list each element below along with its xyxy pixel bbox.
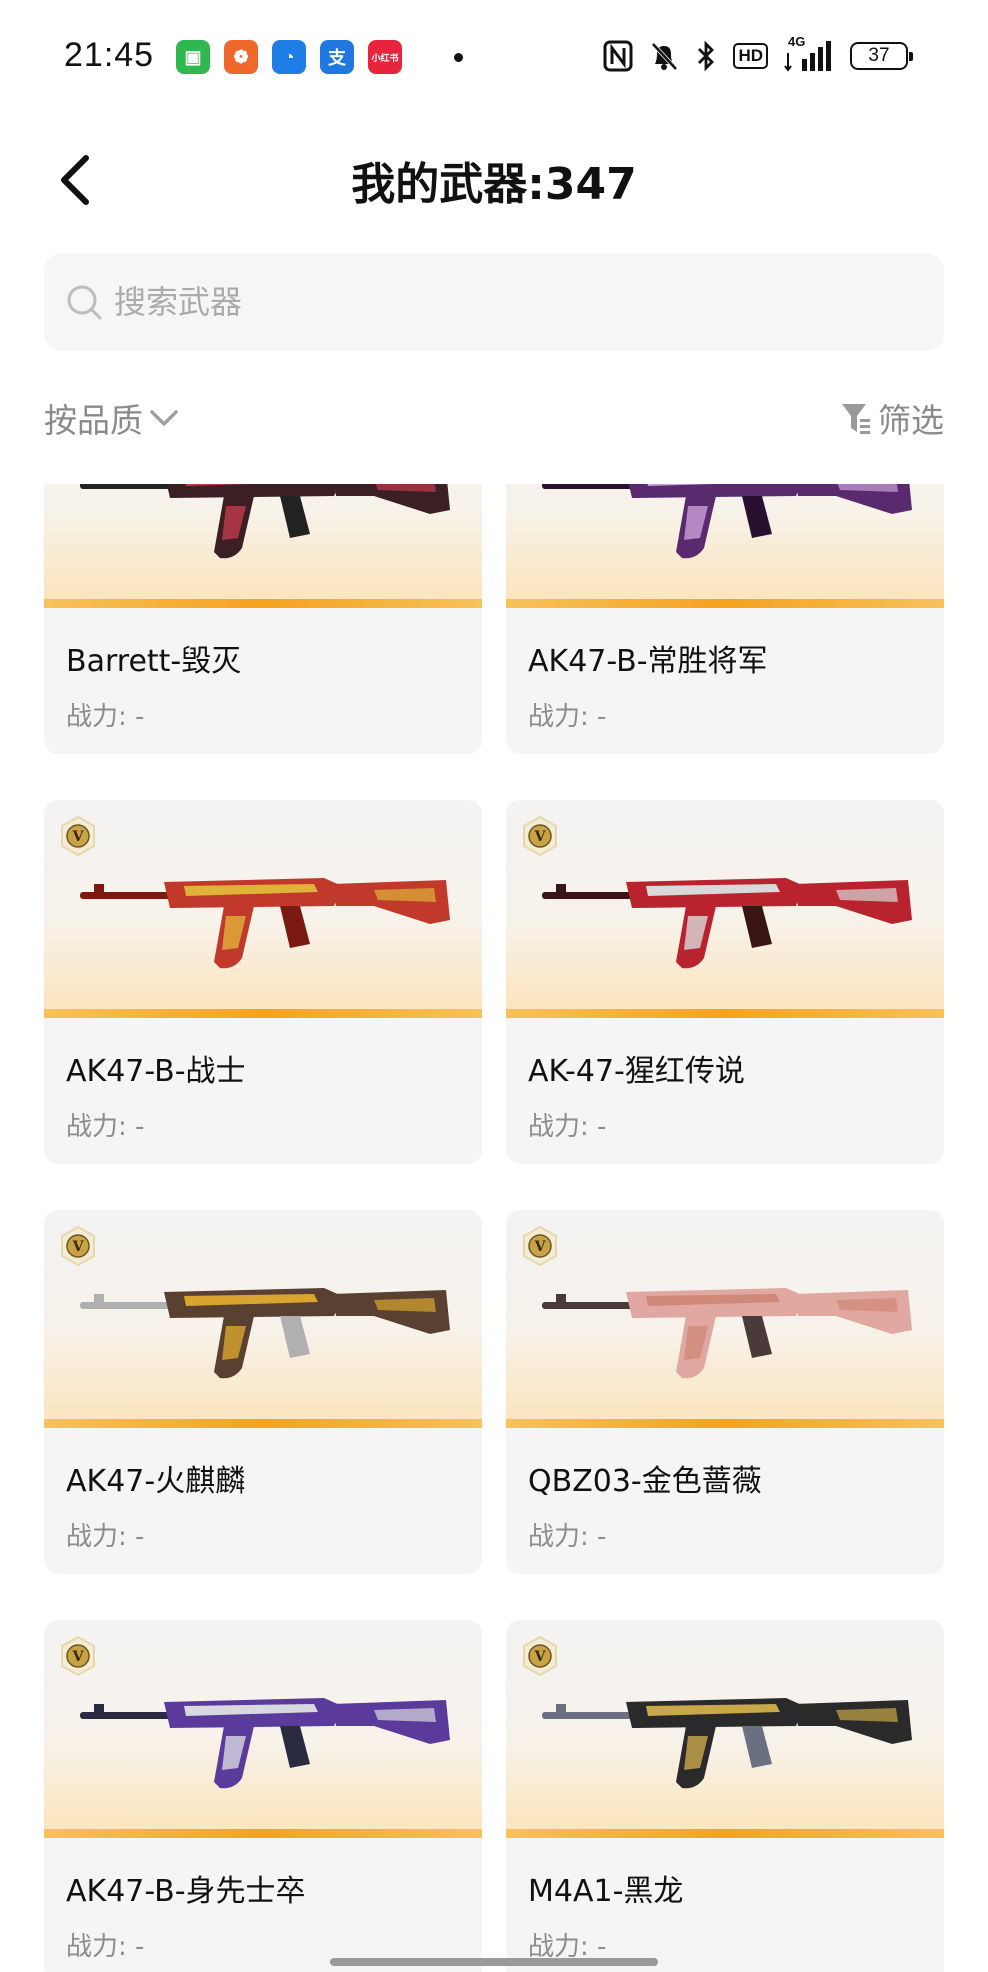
weapon-image: V — [44, 1210, 482, 1428]
filter-icon — [842, 404, 870, 434]
weapon-power: 战力: - — [528, 702, 607, 732]
weapon-power: 战力: - — [66, 1932, 145, 1962]
xiaohongshu-icon: 小红书 — [368, 40, 402, 74]
weapon-name: Barrett-毁灭 — [66, 644, 242, 679]
weapon-card[interactable]: V AK-47-猩红传说战力: - — [506, 800, 944, 1164]
v-rank-badge-icon: V — [61, 1226, 95, 1266]
search-icon — [67, 285, 102, 320]
sort-label: 按品质 — [44, 401, 143, 440]
weapon-name: AK47-B-常胜将军 — [528, 644, 768, 679]
android-icon: ◔ — [272, 40, 306, 74]
notification-app-icons: ▣ ❁ ◔ 支小红书 — [176, 40, 463, 74]
weapon-image: V — [506, 1210, 944, 1428]
weapon-rifle-icon — [80, 1698, 450, 1789]
weapon-name: QBZ03-金色蔷薇 — [528, 1464, 762, 1499]
status-time: 21:45 — [64, 36, 155, 74]
weapon-name: AK-47-猩红传说 — [528, 1054, 745, 1089]
svg-text:V: V — [534, 1649, 547, 1665]
weapon-image: V — [506, 800, 944, 1018]
v-rank-badge-icon: V — [61, 816, 95, 856]
search-input[interactable] — [114, 283, 814, 321]
quality-bar — [44, 599, 482, 608]
weapon-name: AK47-火麒麟 — [66, 1464, 246, 1499]
weapon-list[interactable]: Barrett-毁灭 战力: - AK47-B-常胜将军 战力: - V AK47-B-战… — [0, 484, 988, 1972]
svg-text:V: V — [534, 1239, 547, 1255]
quality-bar — [44, 1009, 482, 1018]
v-rank-badge-icon: V — [523, 1226, 557, 1266]
filter-label: 筛选 — [878, 401, 944, 440]
weapon-card[interactable]: V QBZ03-金色蔷薇战力: - — [506, 1210, 944, 1574]
page-title: 我的武器:347 — [351, 159, 637, 210]
taobao-icon: ❁ — [224, 40, 258, 74]
weapon-card[interactable]: V M4A1-黑龙 战力: - — [506, 1620, 944, 1972]
network-type: 4G — [788, 34, 806, 49]
weapon-card[interactable]: V AK47-B-战士战力: - — [44, 800, 482, 1164]
hd-icon: HD — [733, 43, 768, 69]
home-indicator[interactable] — [330, 1958, 658, 1966]
sort-by-quality-button[interactable]: 按品质 — [44, 394, 181, 442]
svg-text:V: V — [72, 829, 85, 845]
weapon-power: 战力: - — [66, 1112, 145, 1142]
weapon-power: 战力: - — [66, 702, 145, 732]
filter-button[interactable]: 筛选 — [840, 394, 944, 442]
quality-bar — [506, 1419, 944, 1428]
weapon-rifle-icon — [542, 878, 912, 969]
weapon-image: V — [506, 1620, 944, 1838]
weapon-image — [44, 484, 482, 608]
svg-text:V: V — [72, 1649, 85, 1665]
page-header: 我的武器:347 — [0, 120, 988, 240]
weapon-card[interactable]: V AK47-火麒麟战力: - — [44, 1210, 482, 1574]
weapon-rifle-icon — [542, 484, 912, 559]
system-icons: HD 4G 37 — [603, 34, 913, 74]
bluetooth-icon — [695, 38, 717, 74]
weapon-rifle-icon — [542, 1288, 912, 1379]
wechat-icon: ▣ — [176, 40, 210, 74]
signal-icon: 4G — [784, 34, 834, 74]
weapon-power: 战力: - — [66, 1522, 145, 1552]
quality-bar — [506, 599, 944, 608]
weapon-rifle-icon — [80, 878, 450, 969]
sort-filter-bar: 按品质 筛选 — [44, 390, 944, 450]
v-rank-badge-icon: V — [523, 816, 557, 856]
more-notifications-dot — [454, 52, 463, 62]
svg-text:V: V — [72, 1239, 85, 1255]
alipay-icon: 支 — [320, 40, 354, 74]
weapon-image: V — [44, 1620, 482, 1838]
status-bar: 21:45 ▣ ❁ ◔ 支小红书 HD 4G 37 — [0, 0, 988, 110]
quality-bar — [506, 1829, 944, 1838]
weapon-power: 战力: - — [528, 1522, 607, 1552]
weapon-rifle-icon — [80, 484, 450, 559]
weapon-card[interactable]: Barrett-毁灭战力: - — [44, 484, 482, 754]
weapon-card[interactable]: V AK47-B-身先士卒战力: - — [44, 1620, 482, 1972]
quality-bar — [506, 1009, 944, 1018]
mute-bell-icon — [649, 38, 679, 74]
weapon-name: AK47-B-战士 — [66, 1054, 246, 1089]
quality-bar — [44, 1419, 482, 1428]
v-rank-badge-icon: V — [523, 1636, 557, 1676]
weapon-card[interactable]: AK47-B-常胜将军战力: - — [506, 484, 944, 754]
weapon-power: 战力: - — [528, 1112, 607, 1142]
chevron-down-icon — [150, 410, 178, 426]
battery-icon: 37 — [850, 42, 913, 70]
quality-bar — [44, 1829, 482, 1838]
weapon-image — [506, 484, 944, 608]
weapon-image: V — [44, 800, 482, 1018]
search-bar[interactable] — [44, 253, 944, 351]
nfc-icon — [603, 38, 633, 74]
svg-text:V: V — [534, 829, 547, 845]
weapon-grid: Barrett-毁灭 战力: - AK47-B-常胜将军 战力: - V AK47-B-战… — [44, 484, 944, 1972]
weapon-rifle-icon — [542, 1698, 912, 1789]
v-rank-badge-icon: V — [61, 1636, 95, 1676]
weapon-rifle-icon — [80, 1288, 450, 1379]
weapon-name: AK47-B-身先士卒 — [66, 1874, 306, 1909]
weapon-name: M4A1-黑龙 — [528, 1874, 684, 1909]
